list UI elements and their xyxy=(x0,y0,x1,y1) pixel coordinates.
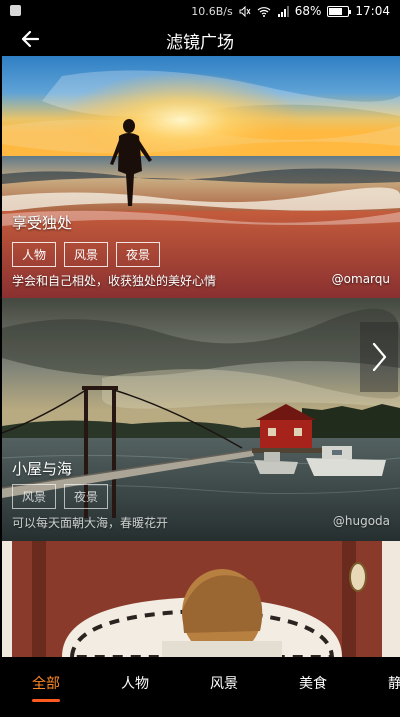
tag-list: 风景 夜景 xyxy=(12,484,109,509)
battery-icon xyxy=(327,5,352,17)
card-caption: 小屋与海 xyxy=(12,460,73,478)
tag-night[interactable]: 夜景 xyxy=(64,484,109,509)
tab-still[interactable]: 静 xyxy=(388,673,400,693)
tab-food[interactable]: 美食 xyxy=(299,673,327,693)
chevron-right-icon xyxy=(372,342,387,372)
active-tab-indicator xyxy=(32,699,60,702)
mute-icon xyxy=(239,5,251,17)
tab-scenery[interactable]: 风景 xyxy=(210,673,238,693)
card-author[interactable]: @omarqu xyxy=(332,272,390,286)
tag-list: 人物 风景 夜景 xyxy=(12,242,161,267)
tag-scenery[interactable]: 风景 xyxy=(64,242,109,267)
status-bar: 10.6B/s 68% 17:04 xyxy=(0,0,400,22)
card-description: 学会和自己相处，收获独处的美好心情 xyxy=(12,274,217,288)
card-caption: 享受独处 xyxy=(12,214,73,232)
network-speed: 10.6B/s xyxy=(191,4,233,18)
title-bar: 滤镜广场 xyxy=(0,22,400,56)
tab-people[interactable]: 人物 xyxy=(121,673,149,693)
app-notification-icon xyxy=(10,5,21,16)
card-author[interactable]: @hugoda xyxy=(333,514,390,528)
filter-card[interactable]: 小屋与海 风景 夜景 可以每天面朝大海，春暖花开 @hugoda xyxy=(2,298,400,541)
tag-night[interactable]: 夜景 xyxy=(116,242,161,267)
category-tab-bar: 全部 人物 风景 美食 静 xyxy=(0,657,400,717)
signal-icon xyxy=(277,5,289,17)
battery-percent: 68% xyxy=(294,4,322,18)
next-button[interactable] xyxy=(360,322,398,392)
wifi-icon xyxy=(257,6,271,17)
tab-all[interactable]: 全部 xyxy=(32,673,60,693)
tag-scenery[interactable]: 风景 xyxy=(12,484,57,509)
filter-card[interactable] xyxy=(2,541,400,657)
card-description: 可以每天面朝大海，春暖花开 xyxy=(12,516,169,530)
filter-card[interactable]: 享受独处 人物 风景 夜景 学会和自己相处，收获独处的美好心情 @omarqu xyxy=(2,56,400,298)
page-title: 滤镜广场 xyxy=(166,33,234,53)
tag-people[interactable]: 人物 xyxy=(12,242,57,267)
status-indicators: 10.6B/s 68% 17:04 xyxy=(191,4,390,18)
clock: 17:04 xyxy=(355,4,390,18)
card-image-chair xyxy=(2,541,400,657)
